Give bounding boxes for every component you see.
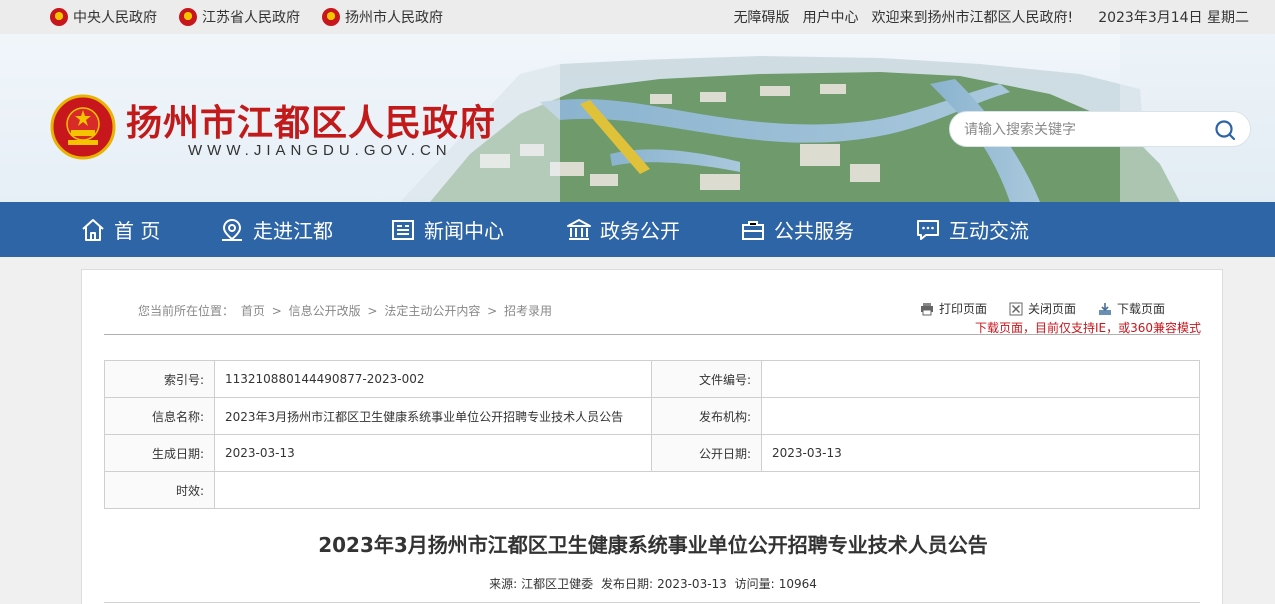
source-label: 来源: xyxy=(489,577,518,591)
site-url: WWW.JIANGDU.GOV.CN xyxy=(188,142,452,159)
page-tools: 打印页面 关闭页面 下载页面 xyxy=(920,300,1187,317)
link-central-government[interactable]: 中央人民政府 xyxy=(50,7,157,27)
national-emblem-icon xyxy=(179,8,197,26)
print-label: 打印页面 xyxy=(939,302,988,316)
user-center-link[interactable]: 用户中心 xyxy=(803,7,859,27)
download-label: 下载页面 xyxy=(1117,302,1166,316)
close-icon xyxy=(1009,302,1023,315)
accessibility-link[interactable]: 无障碍版 xyxy=(734,7,790,27)
breadcrumb: 您当前所在位置： 首页 > 信息公开改版 > 法定主动公开内容 > 招考录用 xyxy=(138,302,555,319)
gov-links: 中央人民政府 江苏省人民政府 扬州市人民政府 xyxy=(50,0,465,34)
search-box xyxy=(949,111,1251,147)
breadcrumb-home[interactable]: 首页 xyxy=(241,304,265,318)
national-emblem-icon xyxy=(322,8,340,26)
created-date-label: 生成日期: xyxy=(104,434,215,472)
main-nav: 首 页 走进江都 新闻中心 政务公开 公共服务 互动交流 xyxy=(0,202,1275,257)
index-label: 索引号: xyxy=(104,360,215,398)
breadcrumb-separator: > xyxy=(367,304,378,318)
name-label: 信息名称: xyxy=(104,397,215,435)
nav-news-center[interactable]: 新闻中心 xyxy=(390,202,504,257)
views-label: 访问量: xyxy=(734,577,775,591)
table-row: 信息名称: 2023年3月扬州市江都区卫生健康系统事业单位公开招聘专业技术人员公… xyxy=(104,397,1200,435)
top-right-links: 无障碍版 用户中心 欢迎来到扬州市江都区人民政府! 2023年3月14日 星期二 xyxy=(721,0,1249,34)
nav-label: 走进江都 xyxy=(253,219,333,243)
header-divider xyxy=(104,334,1200,335)
map-pin-icon xyxy=(222,218,242,241)
welcome-text: 欢迎来到扬州市江都区人民政府! xyxy=(871,10,1074,26)
header-banner: 扬州市江都区人民政府 WWW.JIANGDU.GOV.CN xyxy=(0,34,1275,202)
breadcrumb-separator: > xyxy=(487,304,498,318)
link-label: 扬州市人民政府 xyxy=(345,10,443,26)
docno-value xyxy=(761,360,1200,398)
docno-label: 文件编号: xyxy=(651,360,762,398)
name-value: 2023年3月扬州市江都区卫生健康系统事业单位公开招聘专业技术人员公告 xyxy=(214,397,652,435)
breadcrumb-separator: > xyxy=(271,304,282,318)
nav-about-jiangdu[interactable]: 走进江都 xyxy=(219,202,333,257)
article-meta: 来源: 江都区卫健委 发布日期: 2023-03-13 访问量: 10964 xyxy=(82,575,1224,592)
publish-date-label: 发布日期: xyxy=(601,577,654,591)
created-date-value: 2023-03-13 xyxy=(214,434,652,472)
close-label: 关闭页面 xyxy=(1028,302,1077,316)
org-value xyxy=(761,397,1200,435)
link-jiangsu-government[interactable]: 江苏省人民政府 xyxy=(179,7,300,27)
download-icon xyxy=(1099,302,1112,315)
nav-government-affairs[interactable]: 政务公开 xyxy=(566,202,680,257)
breadcrumb-recruitment[interactable]: 招考录用 xyxy=(504,304,552,318)
nav-label: 公共服务 xyxy=(774,219,854,243)
nav-label: 首 页 xyxy=(114,219,161,243)
table-row: 生成日期: 2023-03-13 公开日期: 2023-03-13 xyxy=(104,434,1200,472)
download-page-button[interactable]: 下载页面 xyxy=(1098,300,1165,317)
print-page-button[interactable]: 打印页面 xyxy=(920,300,987,317)
close-page-button[interactable]: 关闭页面 xyxy=(1009,300,1076,317)
current-date: 2023年3月14日 星期二 xyxy=(1098,10,1249,26)
link-label: 中央人民政府 xyxy=(73,10,157,26)
top-utility-bar: 中央人民政府 江苏省人民政府 扬州市人民政府 无障碍版 用户中心 欢迎来到扬州市… xyxy=(0,0,1275,34)
nav-public-services[interactable]: 公共服务 xyxy=(740,202,854,257)
public-date-label: 公开日期: xyxy=(651,434,762,472)
government-icon xyxy=(567,218,591,240)
chat-icon xyxy=(917,219,939,240)
article-card: 您当前所在位置： 首页 > 信息公开改版 > 法定主动公开内容 > 招考录用 打… xyxy=(81,269,1223,604)
home-icon xyxy=(82,218,104,241)
site-title: 扬州市江都区人民政府 xyxy=(126,103,497,144)
news-icon xyxy=(392,219,414,240)
source-value: 江都区卫健委 xyxy=(521,577,594,591)
validity-label: 时效: xyxy=(104,471,215,509)
nav-label: 互动交流 xyxy=(949,219,1029,243)
breadcrumb-statutory-content[interactable]: 法定主动公开内容 xyxy=(384,304,480,318)
publish-date-value: 2023-03-13 xyxy=(657,577,727,591)
index-value: 113210880144490877-2023-002 xyxy=(214,360,652,398)
link-yangzhou-government[interactable]: 扬州市人民政府 xyxy=(322,7,443,27)
national-emblem-logo xyxy=(50,94,116,160)
nav-label: 政务公开 xyxy=(600,219,680,243)
breadcrumb-info-disclosure[interactable]: 信息公开改版 xyxy=(289,304,361,318)
search-input[interactable] xyxy=(964,119,1194,141)
validity-value xyxy=(214,471,1200,509)
table-row: 时效: xyxy=(104,471,1200,509)
search-icon[interactable] xyxy=(1214,119,1236,141)
table-row: 索引号: 113210880144490877-2023-002 文件编号: xyxy=(104,360,1200,398)
article-title: 2023年3月扬州市江都区卫生健康系统事业单位公开招聘专业技术人员公告 xyxy=(318,533,988,557)
org-label: 发布机构: xyxy=(651,397,762,435)
briefcase-icon xyxy=(742,220,764,240)
article-divider xyxy=(104,602,1200,603)
nav-label: 新闻中心 xyxy=(424,219,504,243)
nav-home[interactable]: 首 页 xyxy=(80,202,160,257)
public-date-value: 2023-03-13 xyxy=(761,434,1200,472)
print-icon xyxy=(921,302,933,315)
link-label: 江苏省人民政府 xyxy=(202,10,300,26)
views-count: 10964 xyxy=(778,577,817,591)
national-emblem-icon xyxy=(50,8,68,26)
nav-interaction[interactable]: 互动交流 xyxy=(915,202,1029,257)
breadcrumb-prefix: 您当前所在位置： xyxy=(138,304,235,318)
document-metadata-table: 索引号: 113210880144490877-2023-002 文件编号: 信… xyxy=(104,360,1200,509)
